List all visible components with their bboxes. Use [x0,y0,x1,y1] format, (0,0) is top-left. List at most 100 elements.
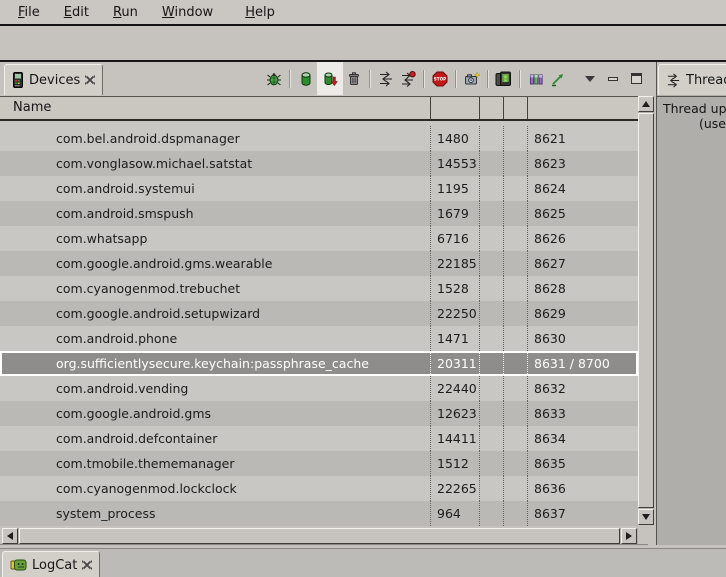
process-name-cell: com.google.android.gms [0,401,430,426]
arrow-down-icon [642,514,650,520]
ui-hierarchy-button[interactable] [493,66,515,92]
table-row[interactable]: com.android.defcontainer 14411 8634 [0,426,638,451]
camera-icon [464,71,480,87]
process-port: 8625 [534,206,566,221]
process-port-cell: 8631 / 8700 [527,351,638,376]
process-spacer-cell [479,326,503,351]
process-name: com.android.phone [56,331,177,346]
process-pid-cell: 1528 [430,276,479,301]
maximize-button[interactable] [629,66,643,92]
process-name: org.sufficientlysecure.keychain:passphra… [56,356,369,371]
menu-run[interactable]: Run [105,3,146,22]
process-port: 8634 [534,431,566,446]
close-icon[interactable] [82,560,92,570]
menu-window-label: Window [162,5,213,20]
table-row[interactable]: system_process 964 8637 [0,501,638,526]
table-row[interactable]: com.bel.android.dspmanager 1480 8621 [0,126,638,151]
scroll-down-button[interactable] [638,509,654,525]
scroll-up-button[interactable] [638,96,654,112]
menu-help[interactable]: Help [237,3,283,22]
table-row[interactable]: com.google.android.gms 12623 8633 [0,401,638,426]
minimize-icon [608,77,618,81]
view-menu-button[interactable] [583,66,597,92]
menu-run-label: Run [113,5,138,20]
column-header-port[interactable] [527,97,638,119]
process-port: 8632 [534,381,566,396]
stop-process-button[interactable]: STOP [429,66,451,92]
start-tracing-button[interactable] [547,66,569,92]
table-row[interactable]: com.android.vending 22440 8632 [0,376,638,401]
process-spacer-cell [503,401,527,426]
update-heap-button[interactable] [295,66,317,92]
column-header-spacer2[interactable] [503,97,527,119]
table-row[interactable]: com.android.phone 1471 8630 [0,326,638,351]
process-pid: 1480 [437,131,469,146]
table-row[interactable]: com.android.smspush 1679 8625 [0,201,638,226]
process-spacer-cell [503,276,527,301]
table-row[interactable]: com.google.android.gms.wearable 22185 86… [0,251,638,276]
svg-text:STOP: STOP [434,76,447,81]
tab-threads[interactable]: Threads [658,64,726,95]
process-name-cell: com.tmobile.thememanager [0,451,430,476]
close-icon[interactable] [85,75,95,85]
maximize-icon [631,73,642,84]
table-row[interactable]: com.google.android.setupwizard 22250 862… [0,301,638,326]
process-spacer-cell [479,501,503,526]
vertical-scrollbar[interactable] [638,96,654,525]
table-row[interactable]: com.cyanogenmod.lockclock 22265 8636 [0,476,638,501]
scroll-left-button[interactable] [2,528,18,544]
process-pid: 14411 [437,431,477,446]
scroll-right-button[interactable] [621,528,637,544]
table-row[interactable]: com.android.systemui 1195 8624 [0,176,638,201]
process-name-cell: org.sufficientlysecure.keychain:passphra… [0,351,430,376]
process-pid-cell: 1512 [430,451,479,476]
column-header-name[interactable]: Name [0,97,430,119]
process-pid: 964 [437,506,461,521]
debug-process-button[interactable] [263,66,285,92]
tab-logcat[interactable]: LogCat [2,551,100,577]
column-header-spacer1[interactable] [479,97,503,119]
sysinfo-button[interactable] [525,66,547,92]
process-pid: 14553 [437,156,477,171]
process-port: 8637 [534,506,566,521]
cause-gc-button[interactable] [343,66,365,92]
dump-hprof-button[interactable] [317,62,343,95]
dump-hprof-icon [322,71,338,87]
process-name: com.tmobile.thememanager [56,456,235,471]
process-spacer-cell [503,226,527,251]
table-row[interactable]: org.sufficientlysecure.keychain:passphra… [0,351,638,376]
process-spacer-cell [503,351,527,376]
screen-capture-button[interactable] [461,66,483,92]
threads-tabstrip: Threads [657,62,726,95]
process-pid: 22265 [437,481,477,496]
update-threads-button[interactable] [375,66,397,92]
table-row[interactable]: com.whatsapp 6716 8626 [0,226,638,251]
table-row[interactable]: com.cyanogenmod.trebuchet 1528 8628 [0,276,638,301]
threads-icon [666,73,681,88]
tab-devices[interactable]: Devices [4,64,103,95]
method-profiling-button[interactable] [397,66,419,92]
menu-window[interactable]: Window [154,3,221,22]
table-row[interactable]: com.tmobile.thememanager 1512 8635 [0,451,638,476]
process-spacer-cell [503,151,527,176]
process-port: 8630 [534,331,566,346]
start-tracing-icon [550,71,566,87]
arrow-left-icon [7,532,13,540]
process-name-cell: com.android.vending [0,376,430,401]
vertical-scroll-thumb[interactable] [638,113,654,508]
horizontal-scrollbar[interactable] [2,528,638,544]
column-header-pid[interactable] [430,97,479,119]
ddms-window: File Edit Run Window Help Devices [0,0,726,577]
toolbar-separator [487,70,489,88]
process-port: 8631 / 8700 [534,356,610,371]
process-pid-cell: 22250 [430,301,479,326]
minimize-button[interactable] [606,66,620,92]
table-row[interactable]: com.vonglasow.michael.satstat 14553 8623 [0,151,638,176]
process-port-cell: 8635 [527,451,638,476]
horizontal-scroll-thumb[interactable] [19,528,620,544]
process-spacer-cell [479,276,503,301]
trash-icon [346,71,362,87]
process-pid-cell: 1480 [430,126,479,151]
menu-edit[interactable]: Edit [56,3,97,22]
menu-file[interactable]: File [10,3,48,22]
